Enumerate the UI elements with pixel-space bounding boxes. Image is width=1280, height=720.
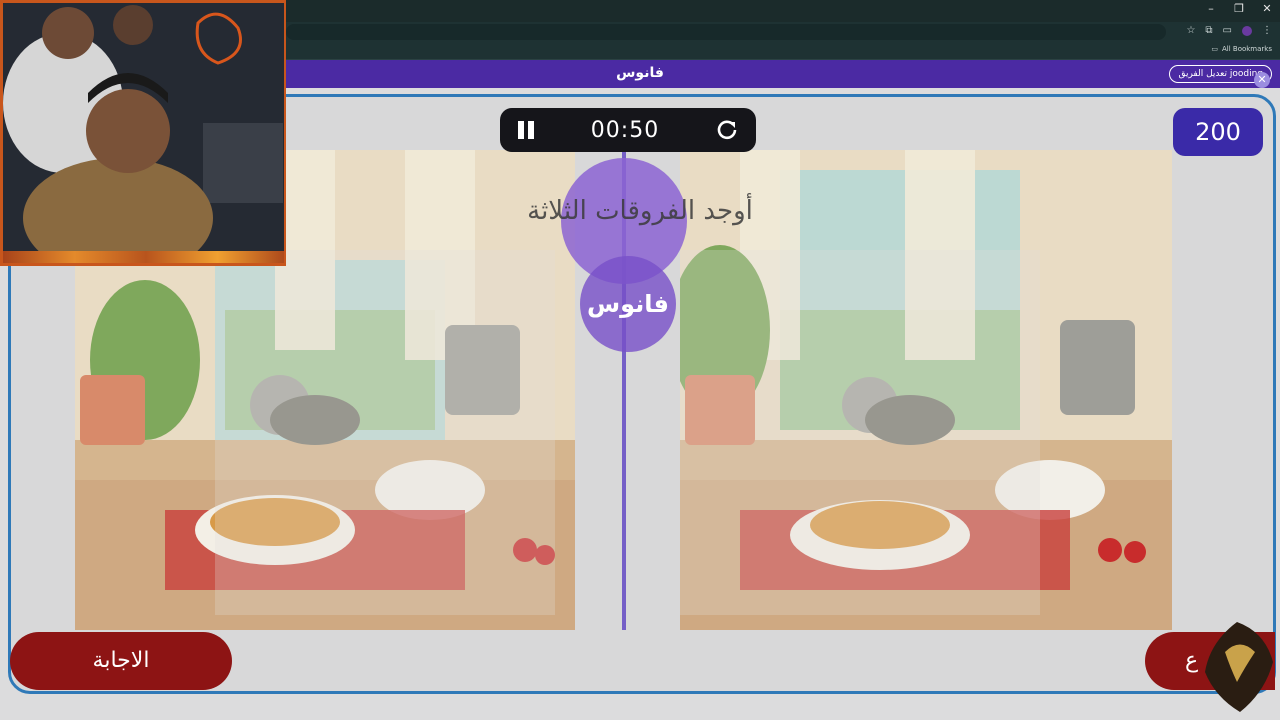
browser-toolbar-icons: ☆ ⧉ ▭ ⋮: [1186, 25, 1272, 36]
extensions-icon[interactable]: ⧉: [1205, 25, 1212, 36]
page: – ❐ ✕ ☆ ⧉ ▭ ⋮ ▭ All Bookmarks فانوس تعدي…: [0, 0, 1280, 720]
timer-value: 00:50: [590, 117, 660, 143]
close-window-icon[interactable]: ✕: [1260, 2, 1274, 15]
score-badge: 200: [1173, 108, 1263, 156]
folder-icon: ▭: [1211, 45, 1218, 53]
profile-avatar[interactable]: [1242, 25, 1252, 36]
menu-dots-icon[interactable]: ⋮: [1262, 25, 1272, 36]
team-pill-label: تعديل الفريق jooding: [1178, 69, 1263, 79]
all-bookmarks[interactable]: ▭ All Bookmarks: [1211, 45, 1272, 53]
brand-logo: فانوس: [580, 256, 676, 352]
window-controls: – ❐ ✕: [1204, 2, 1274, 15]
answer-button[interactable]: الاجابة: [10, 632, 232, 690]
instruction-text: أوجد الفروقات الثلاثة: [527, 196, 753, 226]
webcam-overlay: [0, 0, 286, 266]
all-bookmarks-label: All Bookmarks: [1221, 45, 1272, 53]
app-title: فانوس: [616, 65, 664, 81]
timer: 00:50: [500, 108, 756, 152]
star-icon[interactable]: ☆: [1186, 25, 1195, 36]
minimize-icon[interactable]: –: [1204, 2, 1218, 15]
refresh-icon[interactable]: [716, 119, 738, 141]
webcam-border-flame: [3, 251, 284, 263]
dragon-logo: [1195, 612, 1280, 720]
address-input[interactable]: [286, 24, 1166, 40]
pause-icon[interactable]: [518, 121, 534, 139]
maximize-icon[interactable]: ❐: [1232, 2, 1246, 15]
close-icon[interactable]: ✕: [1254, 72, 1270, 88]
cast-icon[interactable]: ▭: [1223, 25, 1232, 36]
